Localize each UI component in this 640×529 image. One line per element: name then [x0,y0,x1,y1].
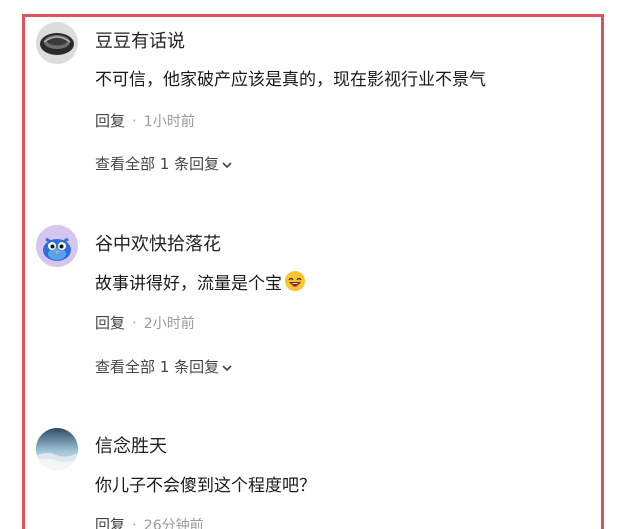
view-all-label: 查看全部 1 条回复 [95,358,220,376]
comment-time: 2小时前 [143,316,195,332]
chevron-down-icon [221,359,233,377]
comment-time: 26分钟前 [143,518,204,529]
comment-username[interactable]: 豆豆有话说 [95,27,185,53]
grinning-face-icon [284,270,306,297]
comment-username[interactable]: 信念胜天 [95,432,167,458]
comment-meta: 回复 · 1小时前 [95,110,195,131]
comment-text-body: 故事讲得好，流量是个宝 [95,274,282,294]
comment-text: 故事讲得好，流量是个宝 [95,269,306,297]
comment-meta: 回复 · 26分钟前 [95,514,204,529]
comment-text: 不可信，他家破产应该是真的，现在影视行业不景气 [95,70,486,90]
comment-meta: 回复 · 2小时前 [95,312,195,333]
meta-separator: · [132,314,137,332]
ring-avatar-icon[interactable] [36,22,78,64]
comment-list-page: 豆豆有话说 不可信，他家破产应该是真的，现在影视行业不景气 回复 · 1小时前 查看… [0,0,640,529]
comment-text: 你儿子不会傻到这个程度吧？ [95,476,316,496]
reply-button[interactable]: 回复 [95,516,125,529]
view-all-label: 查看全部 1 条回复 [95,155,220,173]
view-all-replies-button[interactable]: 查看全部 1 条回复 [95,153,233,174]
reply-button[interactable]: 回复 [95,314,125,332]
landscape-avatar-icon[interactable] [36,428,78,470]
meta-separator: · [132,112,137,130]
blue-bird-avatar-icon[interactable] [36,225,78,267]
reply-button[interactable]: 回复 [95,112,125,130]
comment-username[interactable]: 谷中欢快拾落花 [95,230,221,256]
comment-time: 1小时前 [143,114,195,130]
view-all-replies-button[interactable]: 查看全部 1 条回复 [95,356,233,377]
meta-separator: · [132,516,137,529]
chevron-down-icon [221,156,233,174]
